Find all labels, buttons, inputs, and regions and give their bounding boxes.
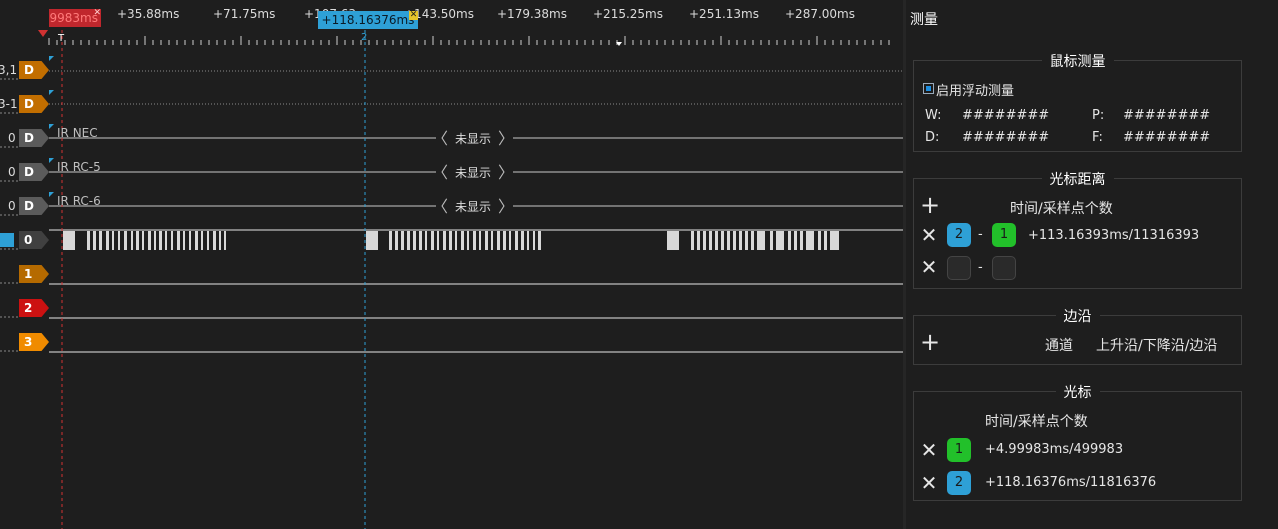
panel-title: 测量 bbox=[910, 12, 938, 28]
group-title: 鼠标测量 bbox=[914, 51, 1241, 71]
bracket-right-icon: 〉 bbox=[497, 163, 514, 182]
close-icon[interactable]: ✕ bbox=[920, 257, 938, 277]
dash-separator: - bbox=[978, 227, 983, 242]
channel-row[interactable]: 3,1 D bbox=[0, 61, 50, 79]
cursor-2-badge[interactable]: 2 bbox=[947, 471, 971, 495]
group-title: 边沿 bbox=[914, 306, 1241, 326]
mouse-measure-group: 鼠标测量 启用浮动测量 W: ######## P: ######## D: #… bbox=[913, 54, 1242, 152]
d-label: D: bbox=[925, 130, 940, 145]
p-label: P: bbox=[1092, 108, 1105, 123]
cursor-2-value: +118.16376ms/11816376 bbox=[985, 475, 1157, 490]
channel-tag[interactable]: D bbox=[19, 197, 49, 215]
float-measure-checkbox[interactable] bbox=[923, 83, 934, 94]
cursor-select-to[interactable] bbox=[992, 256, 1016, 280]
channel-id: 0 bbox=[8, 199, 16, 213]
channel-tag[interactable]: D bbox=[19, 95, 49, 113]
channel-id: 0 bbox=[8, 165, 16, 179]
channel-tag[interactable]: D bbox=[19, 61, 49, 79]
close-icon[interactable]: ✕ bbox=[920, 225, 938, 245]
distance-value: +113.16393ms/11316393 bbox=[1028, 228, 1200, 243]
channel-row[interactable]: 2 bbox=[0, 299, 50, 317]
edges-channel-header: 通道 bbox=[1045, 338, 1073, 354]
d-value: ######## bbox=[962, 130, 1050, 145]
channel-id: 0 bbox=[8, 131, 16, 145]
channel-row[interactable]: 3 bbox=[0, 333, 50, 351]
group-title: 光标 bbox=[914, 382, 1241, 402]
channel-tag[interactable]: D bbox=[19, 163, 49, 181]
channel-row[interactable]: 1 bbox=[0, 265, 50, 283]
channel-id: 3-1 bbox=[0, 97, 18, 111]
channel-tag[interactable]: 3 bbox=[19, 333, 49, 351]
group-title: 光标距离 bbox=[914, 169, 1241, 189]
f-label: F: bbox=[1092, 130, 1103, 145]
channel-id: 3,1 bbox=[0, 63, 18, 77]
channel-row[interactable]: 3-1 D bbox=[0, 95, 50, 113]
decoder-name[interactable]: IR NEC bbox=[57, 126, 98, 140]
channel-0-pulses bbox=[63, 231, 839, 250]
decoder-status: 〈 未显示 〉 bbox=[432, 197, 514, 216]
bracket-right-icon: 〉 bbox=[497, 197, 514, 216]
channel-row[interactable]: 0 D bbox=[0, 197, 50, 215]
cursor-1-badge[interactable]: 1 bbox=[947, 438, 971, 462]
bracket-right-icon: 〉 bbox=[497, 129, 514, 148]
plus-icon[interactable]: + bbox=[920, 193, 940, 217]
channel-row[interactable]: 0 D bbox=[0, 163, 50, 181]
cursors-group: 光标 时间/采样点个数 ✕ 1 +4.99983ms/499983 ✕ 2 +1… bbox=[913, 385, 1242, 501]
channel-tag[interactable]: 1 bbox=[19, 265, 49, 283]
channel-tag[interactable]: 0 bbox=[19, 231, 49, 249]
dash-separator: - bbox=[978, 260, 983, 275]
ruler-ticks bbox=[48, 36, 890, 45]
cursor-select-from[interactable] bbox=[947, 256, 971, 280]
channel-row[interactable]: 0 D bbox=[0, 129, 50, 147]
cursors-header: 时间/采样点个数 bbox=[985, 414, 1088, 430]
cursor-select-to[interactable]: 1 bbox=[992, 223, 1016, 247]
edges-group: 边沿 + 通道 上升沿/下降沿/边沿 bbox=[913, 309, 1242, 365]
plus-icon[interactable]: + bbox=[920, 330, 940, 354]
bracket-left-icon: 〈 bbox=[432, 197, 449, 216]
cursor-distance-group: 光标距离 + 时间/采样点个数 ✕ 2 - 1 +113.16393ms/113… bbox=[913, 172, 1242, 289]
edges-count-header: 上升沿/下降沿/边沿 bbox=[1096, 338, 1218, 354]
waveform-canvas[interactable] bbox=[0, 0, 903, 529]
p-value: ######## bbox=[1123, 108, 1211, 123]
close-icon[interactable]: ✕ bbox=[920, 473, 938, 493]
decoder-name[interactable]: IR RC-6 bbox=[57, 194, 101, 208]
decoder-status: 〈 未显示 〉 bbox=[432, 163, 514, 182]
close-icon[interactable]: ✕ bbox=[920, 440, 938, 460]
measure-panel: 测量 鼠标测量 启用浮动测量 W: ######## P: ######## D… bbox=[906, 0, 1278, 529]
w-label: W: bbox=[925, 108, 942, 123]
f-value: ######## bbox=[1123, 130, 1211, 145]
cursor-1-value: +4.99983ms/499983 bbox=[985, 442, 1124, 457]
analog-dotted-lines bbox=[49, 70, 903, 105]
distance-header: 时间/采样点个数 bbox=[1010, 201, 1113, 217]
channel-row[interactable]: 0 bbox=[0, 231, 50, 249]
bracket-left-icon: 〈 bbox=[432, 163, 449, 182]
float-measure-label: 启用浮动测量 bbox=[936, 84, 1015, 99]
channel-tag[interactable]: 2 bbox=[19, 299, 49, 317]
decoder-name[interactable]: IR RC-5 bbox=[57, 160, 101, 174]
bracket-left-icon: 〈 bbox=[432, 129, 449, 148]
cursor-select-from[interactable]: 2 bbox=[947, 223, 971, 247]
w-value: ######## bbox=[962, 108, 1050, 123]
decoder-status: 〈 未显示 〉 bbox=[432, 129, 514, 148]
channel-tag[interactable]: D bbox=[19, 129, 49, 147]
waveform-view[interactable]: +35.88ms +71.75ms +107.63ms +143.50ms +1… bbox=[0, 0, 903, 529]
channel-color-icon bbox=[0, 233, 14, 247]
